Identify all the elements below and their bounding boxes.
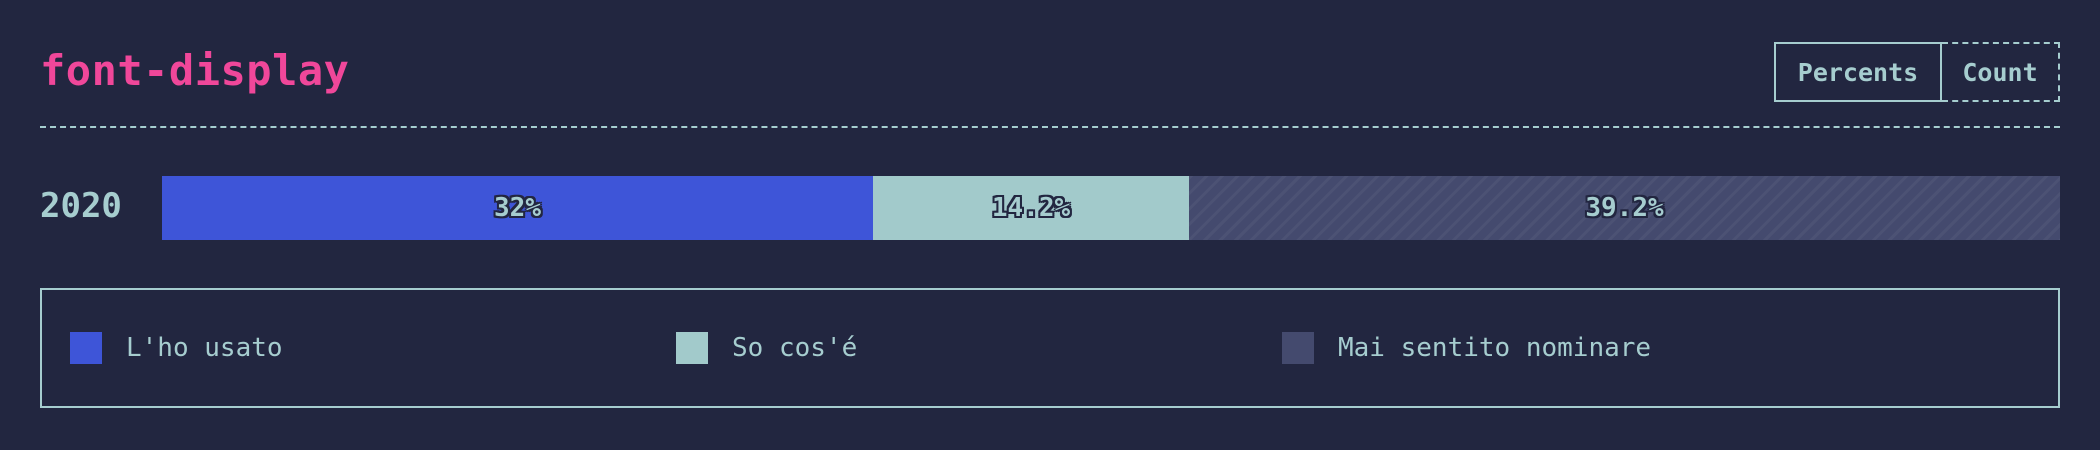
chart-title: font-display (40, 46, 350, 95)
bar-segment-label-3: 39.2% (1585, 193, 1664, 223)
legend-label-1: L'ho usato (126, 333, 283, 363)
header-divider (40, 126, 2060, 128)
bar-segment-2[interactable]: 14.2% (873, 176, 1189, 240)
legend-item-2[interactable]: So cos'é (676, 290, 857, 406)
bar-segment-label-1: 32% (494, 193, 541, 223)
legend-swatch-1 (70, 332, 102, 364)
legend-item-1[interactable]: L'ho usato (70, 290, 283, 406)
bar-segment-label-2: 14.2% (991, 193, 1071, 223)
percents-button[interactable]: Percents (1774, 42, 1942, 102)
legend-swatch-2 (676, 332, 708, 364)
legend: L'ho usato So cos'é Mai sentito nominare (40, 288, 2060, 408)
legend-swatch-3 (1282, 332, 1314, 364)
row-label-2020: 2020 (40, 186, 122, 226)
stacked-bar-2020: 32% 14.2% 39.2% (162, 176, 2060, 240)
count-button[interactable]: Count (1942, 42, 2060, 102)
chart-page: font-display Percents Count 2020 32% 14.2… (0, 0, 2100, 450)
bar-segment-1[interactable]: 32% (162, 176, 873, 240)
bar-segment-3[interactable]: 39.2% (1189, 176, 2060, 240)
legend-label-2: So cos'é (732, 333, 858, 363)
legend-item-3[interactable]: Mai sentito nominare (1282, 290, 1651, 406)
legend-label-3: Mai sentito nominare (1338, 333, 1652, 363)
units-toggle: Percents Count (1774, 42, 2060, 102)
